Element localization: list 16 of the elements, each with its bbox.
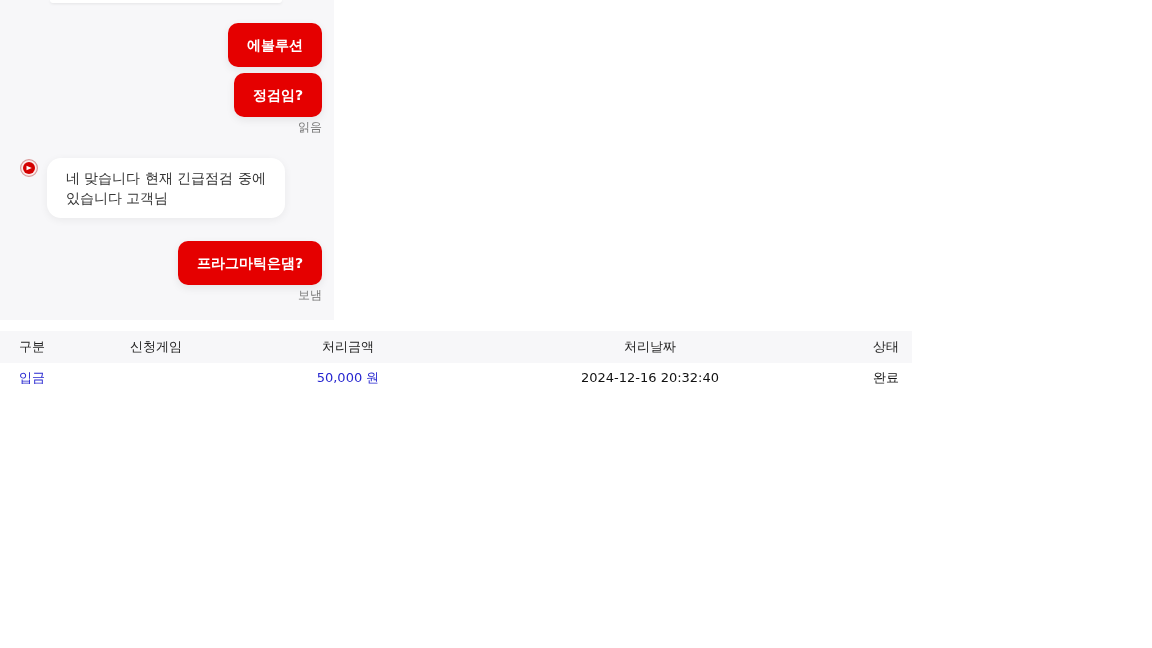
- column-header: 처리날짜: [624, 338, 676, 357]
- column-header: 상태: [873, 338, 899, 357]
- table-cell-text: 2024-12-16 20:32:40: [580, 369, 720, 388]
- column-header: 처리금액: [322, 338, 374, 357]
- received-message: 네 맞습니다 현재 긴급점검 중에 있습니다 고객님: [47, 158, 285, 218]
- table-cell-text: 완료: [873, 369, 899, 388]
- message-status: 보냄: [298, 287, 322, 303]
- sent-message: 프라그마틱은댐?: [177, 241, 322, 285]
- column-header: 구분: [19, 338, 45, 357]
- sent-message: 에볼루션: [228, 23, 322, 67]
- table-cell-text: 50,000 원: [316, 369, 380, 388]
- message-status: 읽음: [298, 119, 322, 135]
- table-cell-text: 입금: [19, 369, 45, 388]
- column-header: 신청게임: [130, 338, 182, 357]
- sent-message: 정검임?: [233, 73, 322, 117]
- play-circle-icon: [20, 159, 38, 177]
